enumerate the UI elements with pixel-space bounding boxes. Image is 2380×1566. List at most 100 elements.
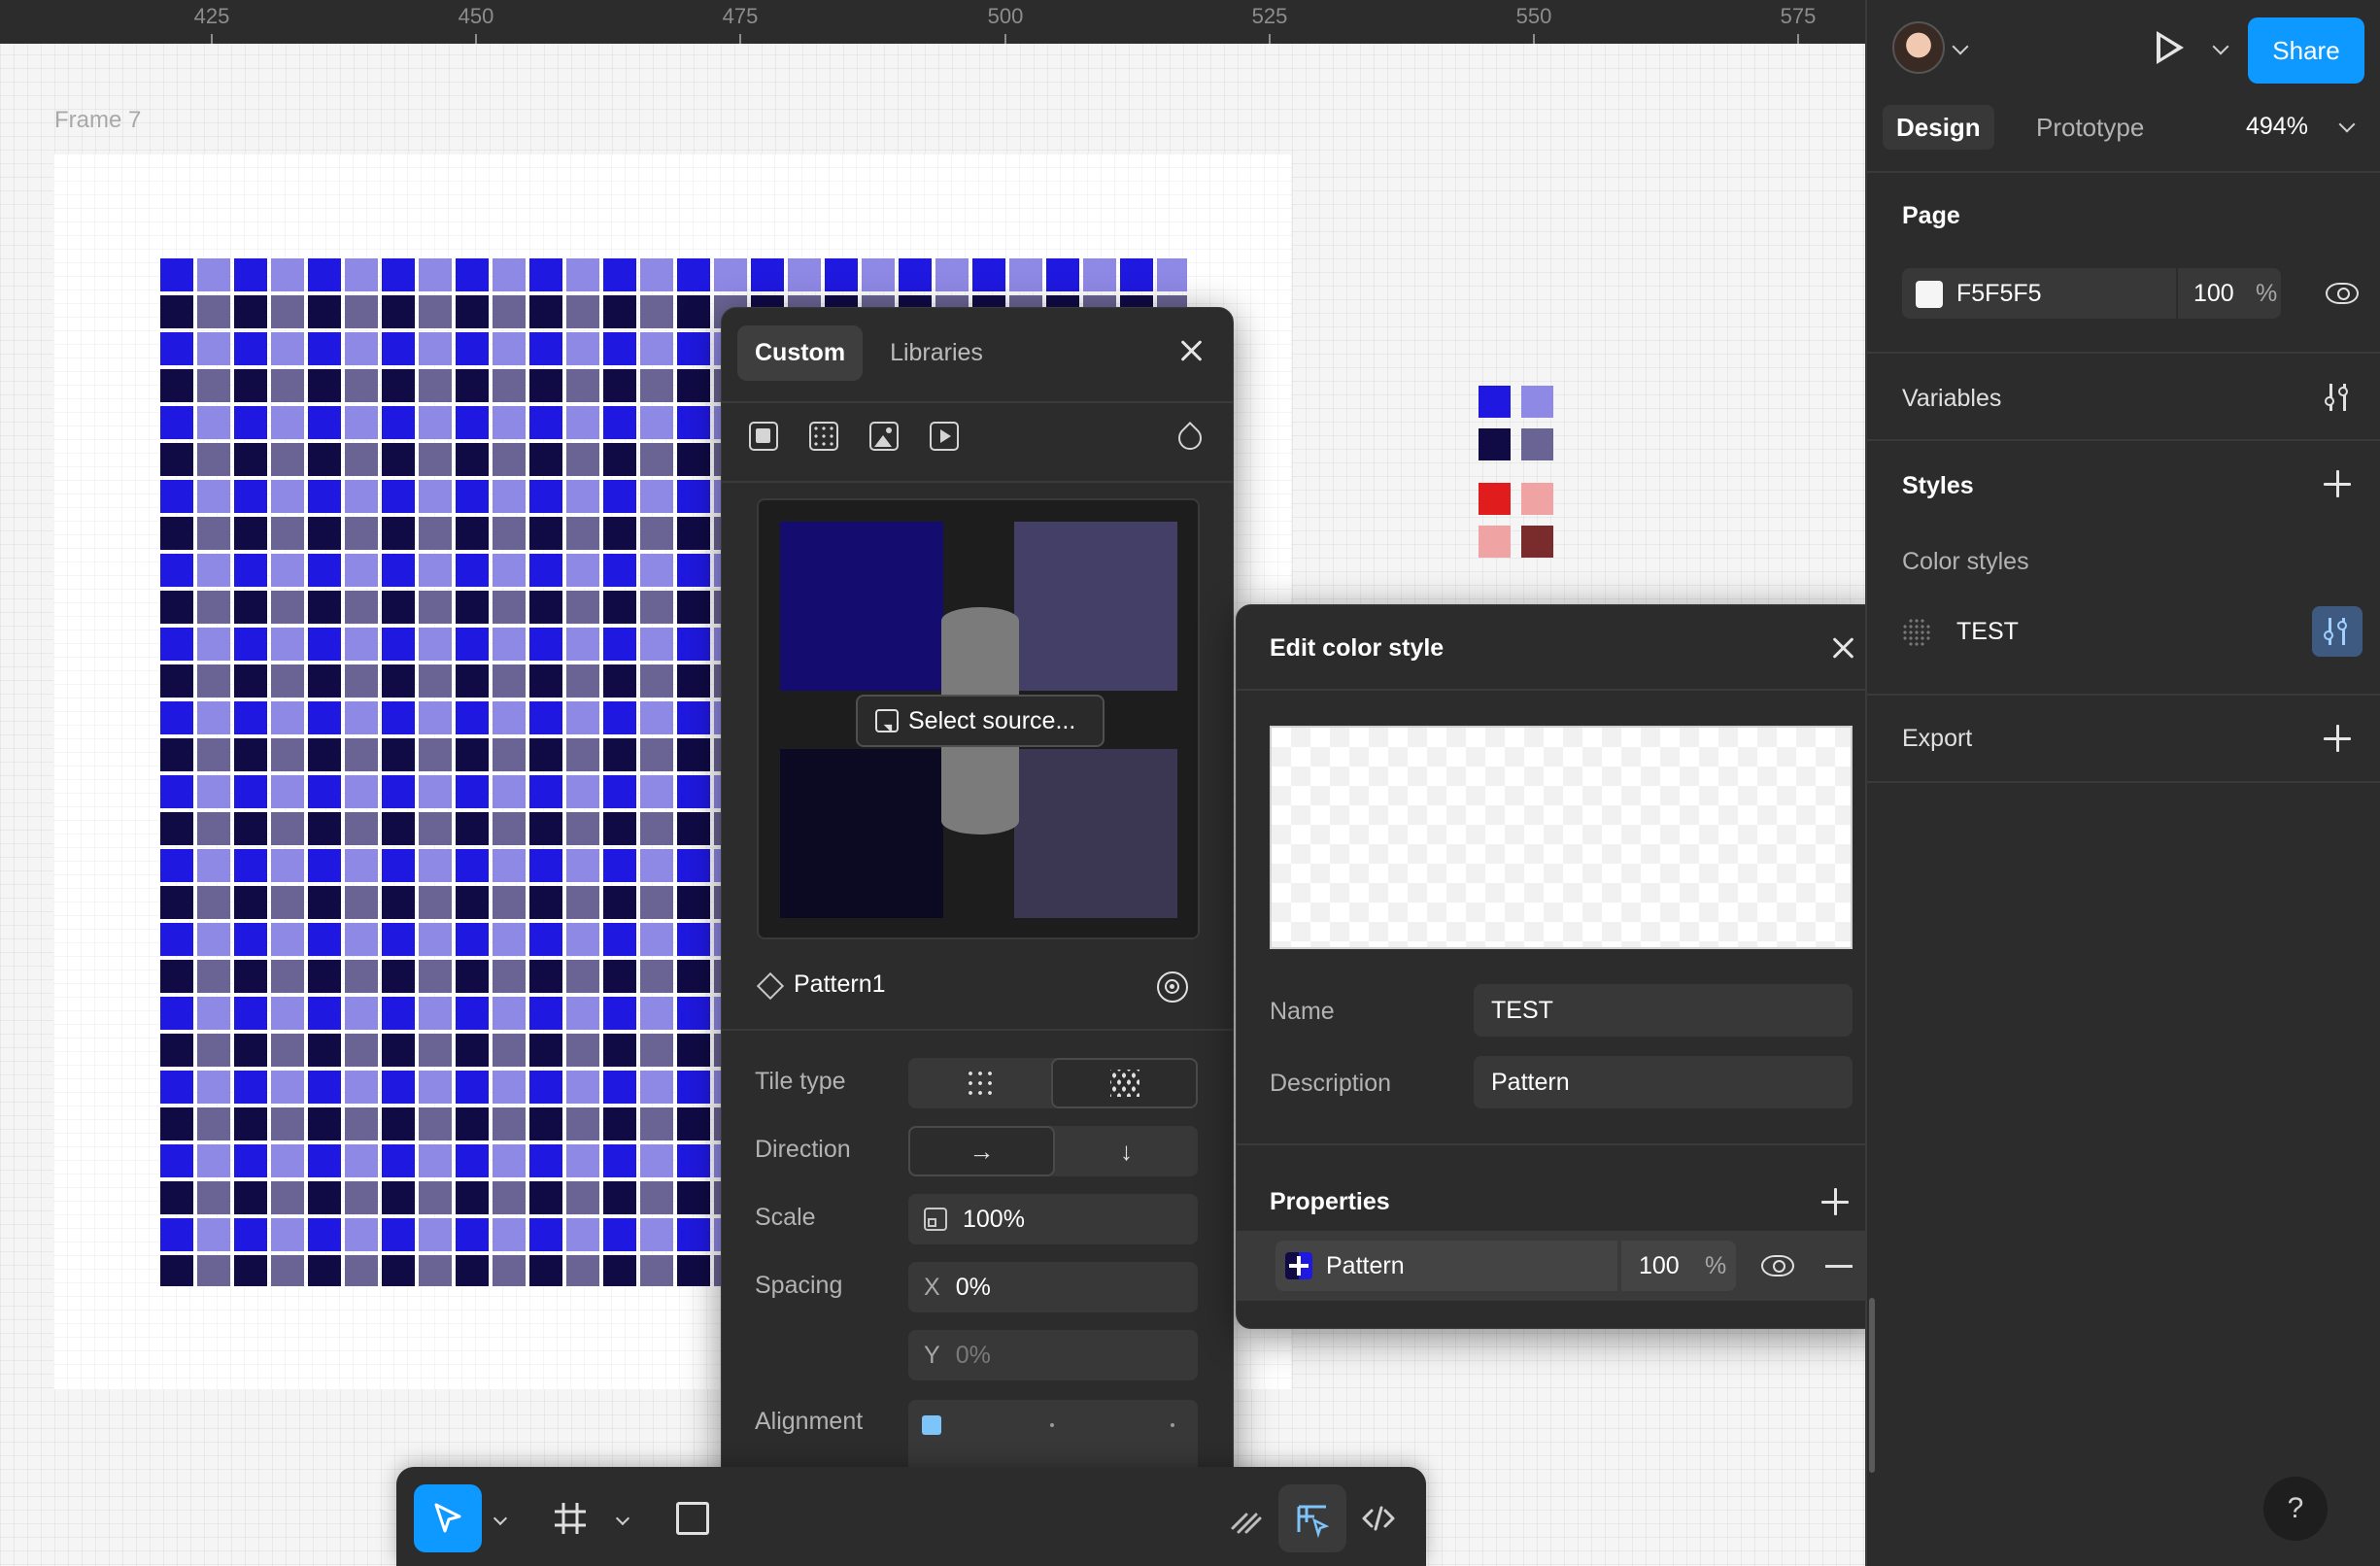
picker-tabs: Custom Libraries (737, 325, 1001, 381)
tile-type-segmented (908, 1058, 1198, 1108)
page-color-hex: F5F5F5 (1956, 280, 2042, 307)
add-property-icon[interactable] (1819, 1186, 1851, 1217)
divider (1867, 171, 2380, 173)
avatar[interactable] (1892, 21, 1945, 74)
ruler-tick-label: 550 (1515, 4, 1552, 28)
scrollbar[interactable] (1869, 1298, 1875, 1473)
scale-icon (924, 1208, 947, 1231)
chevron-down-icon[interactable] (493, 1511, 508, 1526)
select-source-label: Select source... (908, 706, 1076, 734)
divider (1867, 694, 2380, 696)
eye-icon[interactable] (2326, 283, 2359, 304)
help-button[interactable]: ? (2263, 1477, 2328, 1541)
tab-design[interactable]: Design (1883, 105, 1994, 150)
swatch[interactable] (1521, 428, 1553, 460)
preview-tile (780, 522, 943, 691)
frame-label[interactable]: Frame 7 (54, 107, 141, 134)
chevron-down-icon[interactable] (615, 1511, 630, 1526)
direction-down-option[interactable]: ↓ (1055, 1126, 1198, 1176)
swatch[interactable] (1521, 483, 1553, 515)
present-play-icon[interactable] (2157, 31, 2184, 64)
pattern-fill-icon[interactable] (809, 422, 838, 451)
image-fill-icon[interactable] (869, 422, 899, 451)
tile-brick-option[interactable] (1051, 1058, 1198, 1108)
scale-input[interactable]: 100% (908, 1194, 1198, 1244)
select-source-button[interactable]: Select source... (856, 695, 1105, 747)
scale-value: 100% (963, 1205, 1025, 1233)
chevron-down-icon[interactable] (1952, 38, 1969, 55)
solid-fill-icon[interactable] (749, 422, 778, 451)
move-tool-button[interactable] (414, 1484, 482, 1552)
variables-title[interactable]: Variables (1902, 385, 2001, 413)
bottom-toolbar (396, 1467, 1426, 1566)
share-button[interactable]: Share (2248, 17, 2364, 84)
alignment-dot[interactable] (1050, 1423, 1054, 1427)
tile-type-label: Tile type (755, 1068, 846, 1095)
direction-right-option[interactable]: → (908, 1126, 1055, 1176)
pattern-source-name[interactable]: Pattern1 (794, 970, 886, 999)
description-label: Description (1270, 1070, 1392, 1097)
blend-drop-icon[interactable] (1173, 422, 1207, 455)
divider (1867, 352, 2380, 354)
swatch[interactable] (1521, 386, 1553, 418)
eye-icon[interactable] (1761, 1255, 1794, 1277)
styles-title: Styles (1902, 472, 1974, 499)
tile-grid-option[interactable] (908, 1058, 1051, 1108)
page-color-swatch[interactable] (1916, 281, 1943, 308)
add-export-icon[interactable] (2322, 723, 2353, 754)
tab-libraries[interactable]: Libraries (872, 325, 1001, 381)
property-opacity: 100 (1639, 1252, 1680, 1279)
field-separator (2176, 268, 2178, 319)
tab-prototype[interactable]: Prototype (2023, 105, 2158, 150)
description-input[interactable]: Pattern (1474, 1056, 1853, 1108)
target-icon[interactable] (1157, 971, 1188, 1003)
color-swatch-group[interactable] (1479, 386, 1554, 558)
swatch[interactable] (1479, 386, 1511, 418)
spacing-y-input[interactable]: Y 0% (908, 1330, 1198, 1380)
export-title: Export (1902, 725, 1973, 752)
scale-label: Scale (755, 1204, 816, 1231)
edit-style-button[interactable] (2312, 606, 2363, 657)
sliders-icon (2323, 617, 2352, 646)
top-ruler: 425 450 475 500 525 550 575 (0, 0, 1865, 44)
page-opacity-pct: % (2256, 280, 2278, 307)
chevron-down-icon[interactable] (2338, 116, 2356, 133)
alignment-label: Alignment (755, 1408, 864, 1435)
right-sidebar: Share Design Prototype 494% Page F5F5F5 … (1865, 0, 2380, 1566)
pattern-preview[interactable]: Select source... (757, 498, 1200, 939)
dev-annotate-button[interactable] (1278, 1484, 1346, 1552)
close-icon[interactable] (1823, 629, 1862, 667)
swatch[interactable] (1479, 483, 1511, 515)
divider (722, 401, 1233, 403)
swatch[interactable] (1479, 428, 1511, 460)
swatch[interactable] (1479, 526, 1511, 558)
ruler-tick: 500 (947, 0, 1064, 44)
page-color-field[interactable]: F5F5F5 100 % (1902, 268, 2281, 319)
alignment-dot[interactable] (1171, 1423, 1174, 1427)
tab-custom[interactable]: Custom (737, 325, 864, 381)
alignment-selected[interactable] (922, 1415, 941, 1435)
close-icon[interactable] (1172, 331, 1210, 370)
zoom-level[interactable]: 494% (2246, 113, 2308, 141)
panel-title: Edit color style (1270, 634, 1445, 662)
divider (1867, 781, 2380, 783)
draw-tool-button[interactable] (1212, 1484, 1280, 1552)
style-item-test[interactable]: TEST (1956, 618, 2019, 646)
chevron-down-icon[interactable] (2212, 38, 2229, 55)
dev-mode-button[interactable] (1344, 1484, 1412, 1552)
spacing-x-input[interactable]: X 0% (908, 1262, 1198, 1312)
video-fill-icon[interactable] (930, 422, 959, 451)
direction-segmented: → ↓ (908, 1126, 1198, 1176)
variables-sliders-icon[interactable] (2324, 383, 2353, 412)
add-style-icon[interactable] (2322, 468, 2353, 499)
frame-tool-button[interactable] (536, 1484, 604, 1552)
ruler-tick: 450 (418, 0, 534, 44)
name-input[interactable]: TEST (1474, 984, 1853, 1037)
spacing-x-value: 0% (955, 1273, 991, 1301)
remove-icon[interactable] (1825, 1265, 1853, 1268)
frame-hash-icon (555, 1503, 586, 1534)
divider (722, 1029, 1233, 1031)
rectangle-icon (676, 1502, 709, 1535)
rectangle-tool-button[interactable] (659, 1484, 727, 1552)
swatch[interactable] (1521, 526, 1553, 558)
